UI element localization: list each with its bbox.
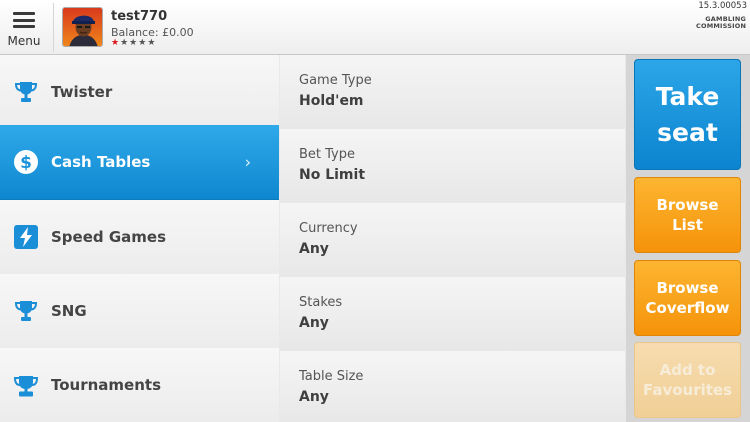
filter-label: Currency [299,221,358,236]
lightning-icon [14,224,38,249]
browse-coverflow-label-line2: Coverflow [645,299,730,317]
filter-value: Any [299,389,329,405]
game-category-nav: Twister $ Cash Tables › Speed Games SNG [0,55,279,422]
take-seat-label-line1: Take [655,81,720,111]
filter-value: Any [299,241,329,257]
avatar-portrait-icon [63,8,102,46]
star-icon: ★ [111,38,120,48]
gambling-commission-logo: GAMBLING COMMISSION [696,16,746,30]
chevron-right-icon: › [244,152,251,172]
filter-currency[interactable]: Currency Any [280,203,625,278]
star-icon: ★ [129,38,138,48]
filter-label: Bet Type [299,147,356,162]
browse-coverflow-button[interactable]: Browse Coverflow [634,260,741,336]
nav-item-label: Speed Games [51,227,167,246]
menu-button[interactable]: Menu [0,0,48,55]
hamburger-icon [13,12,35,28]
avatar[interactable] [62,7,103,47]
filter-stakes[interactable]: Stakes Any [280,277,625,352]
nav-item-label: Cash Tables [51,152,151,171]
take-seat-label-line2: seat [657,117,718,147]
filter-table-size[interactable]: Table Size Any [280,351,625,422]
trophy-icon [14,300,38,321]
filter-bet-type[interactable]: Bet Type No Limit [280,129,625,204]
filter-value: Any [299,315,329,331]
star-icon: ★ [138,38,147,48]
svg-text:$: $ [20,153,32,173]
filter-label: Game Type [299,73,372,88]
filter-label: Stakes [299,295,343,310]
star-icon: ★ [120,38,129,48]
filter-label: Table Size [299,369,364,384]
take-seat-button[interactable]: Take seat [634,59,741,170]
filter-value: Hold'em [299,93,364,109]
dollar-icon: $ [14,149,38,174]
trophy-icon [14,81,38,102]
add-to-favourites-button[interactable]: Add to Favourites [634,342,741,418]
browse-list-label-line2: List [672,216,703,234]
version-label: 15.3.00053 [698,1,747,11]
filter-game-type[interactable]: Game Type Hold'em [280,55,625,130]
gambling-commission-line2: COMMISSION [696,22,747,30]
browse-coverflow-label-line1: Browse [656,279,719,297]
nav-item-tournaments[interactable]: Tournaments [0,348,279,422]
filter-list: Game Type Hold'em Bet Type No Limit Curr… [280,55,625,422]
add-to-favourites-label-line1: Add to [659,361,716,379]
nav-item-label: Tournaments [51,375,162,394]
filter-value: No Limit [299,167,366,183]
browse-list-label-line1: Browse [656,196,719,214]
nav-item-sng[interactable]: SNG [0,274,279,349]
add-to-favourites-label-line2: Favourites [642,381,733,399]
username: test770 [111,9,168,24]
player-rating: ★ ★ ★ ★ ★ [111,38,155,48]
nav-item-label: Twister [51,82,113,101]
header-divider [53,3,54,52]
nav-item-speed-games[interactable]: Speed Games [0,200,279,275]
nav-item-cash-tables[interactable]: $ Cash Tables › [0,125,279,200]
star-icon: ★ [147,38,156,48]
menu-label: Menu [7,34,41,48]
browse-list-button[interactable]: Browse List [634,177,741,253]
nav-item-twister[interactable]: Twister [0,55,279,130]
tournament-trophy-icon [13,375,39,397]
nav-item-label: SNG [51,301,87,320]
top-bar: Menu test770 Balance: £0.00 ★ ★ ★ ★ ★ 15… [0,0,750,55]
action-panel: Take seat Browse List Browse Coverflow A… [626,55,750,422]
